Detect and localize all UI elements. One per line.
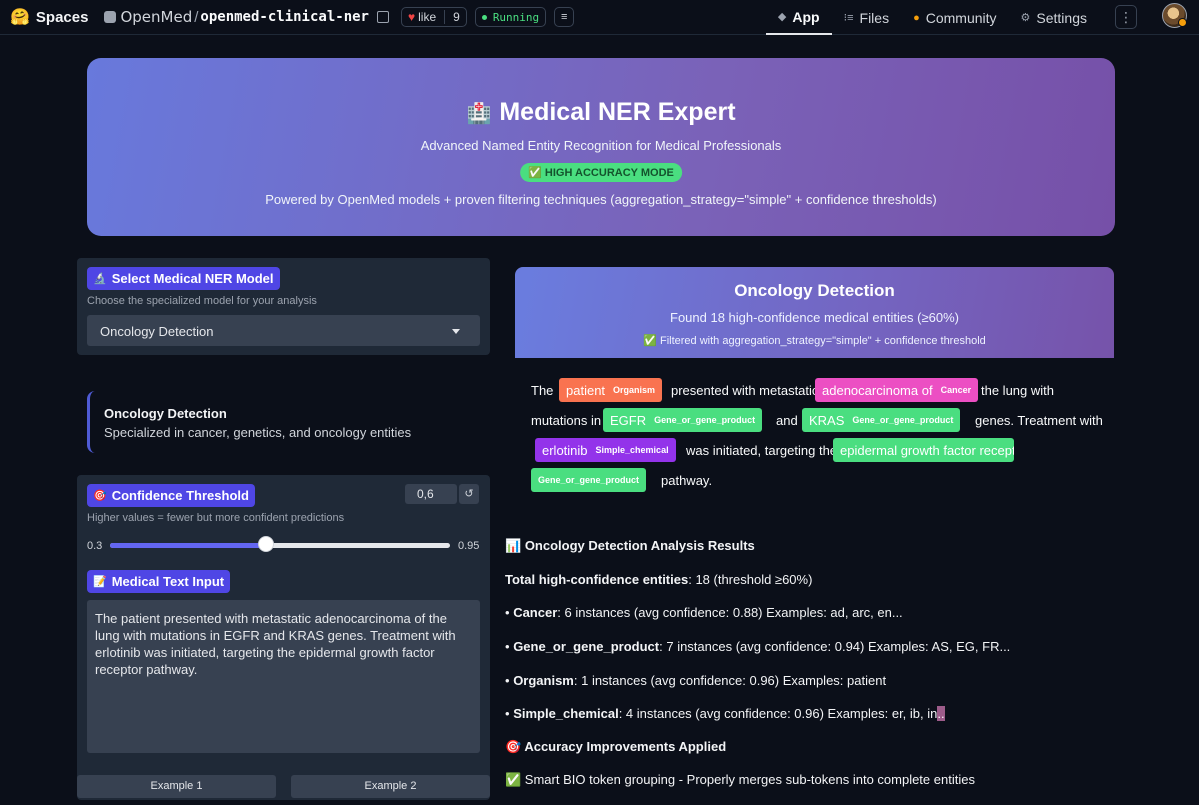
target-icon: 🎯 (93, 490, 107, 502)
status-dot-icon (481, 14, 487, 20)
improvement-item: ✅ Smart BIO token grouping - Properly me… (505, 772, 975, 787)
repo-breadcrumb: OpenMed / openmed-clinical-ner (104, 8, 389, 26)
threshold-hint: Higher values = fewer but more confident… (87, 512, 345, 524)
result-chemical: • Simple_chemical: 4 instances (avg conf… (505, 706, 945, 721)
example-2-button[interactable]: Example 2 (291, 775, 490, 798)
entity-count-text: Found 18 high-confidence medical entitie… (670, 310, 959, 325)
status-text: Running (492, 10, 540, 24)
total-entities: Total high-confidence entities: 18 (thre… (505, 572, 813, 587)
model-info-title: Oncology Detection (104, 406, 227, 421)
text-token: presented with metastatic (671, 383, 819, 398)
model-select-panel: 🔬 Select Medical NER Model Choose the sp… (77, 258, 490, 355)
repo-name-link[interactable]: openmed-clinical-ner (200, 9, 369, 25)
entity-gene-label: Gene_or_gene_product (531, 468, 647, 492)
logs-button[interactable]: ≡ (554, 7, 575, 27)
spaces-label: Spaces (35, 8, 89, 26)
text-token: genes. Treatment with (975, 413, 1103, 428)
space-nav: ◆ App ⁝≡ Files ● Community ⚙ Settings (765, 0, 1099, 35)
tab-app[interactable]: ◆ App (765, 0, 832, 35)
improvements-heading: 🎯 Accuracy Improvements Applied (505, 739, 727, 754)
output-title: Oncology Detection (734, 281, 895, 300)
gear-icon: ⚙ (1020, 12, 1031, 24)
kebab-icon: ⋮ (1119, 8, 1133, 25)
text-token: was initiated, targeting the (686, 443, 838, 458)
like-label: like (418, 10, 437, 24)
model-info-description: Specialized in cancer, genetics, and onc… (104, 425, 412, 440)
page-title: 🏥 Medical NER Expert (466, 98, 736, 126)
hero-banner: 🏥 Medical NER Expert Advanced Named Entit… (87, 58, 1115, 236)
result-gene: • Gene_or_gene_product: 7 instances (avg… (505, 639, 1011, 654)
slider-fill (110, 543, 267, 548)
files-icon: ⁝≡ (843, 12, 854, 24)
text-selection: .. (937, 706, 945, 721)
chevron-down-icon (452, 329, 460, 334)
notification-badge (1178, 18, 1187, 27)
memo-icon: 📝 (93, 576, 107, 588)
reset-icon: ↺ (464, 488, 474, 500)
entity-gene[interactable]: epidermal growth factor receptor (833, 438, 1014, 462)
accuracy-badge: ✅ HIGH ACCURACY MODE (520, 163, 682, 182)
copy-icon[interactable] (376, 11, 389, 23)
entity-gene[interactable]: KRAS Gene_or_gene_product (802, 408, 961, 432)
medical-text-input[interactable]: The patient presented with metastatic ad… (87, 600, 480, 753)
cube-icon: ◆ (777, 11, 787, 23)
slider-min-label: 0.3 (87, 540, 103, 552)
model-dropdown[interactable]: Oncology Detection (87, 315, 480, 346)
text-input-label: 📝 Medical Text Input (87, 570, 231, 593)
like-button[interactable]: ♥ like 9 (400, 7, 467, 27)
threshold-label: 🎯 Confidence Threshold (87, 484, 255, 507)
tab-files[interactable]: ⁝≡ Files (832, 0, 901, 35)
entity-organism[interactable]: patient Organism (559, 378, 663, 402)
like-count: 9 (444, 10, 460, 24)
example-1-button[interactable]: Example 1 (77, 775, 276, 798)
text-token: the lung with (981, 383, 1054, 398)
result-organism: • Organism: 1 instances (avg confidence:… (505, 673, 887, 688)
threshold-slider[interactable] (110, 543, 450, 548)
more-options-button[interactable]: ⋮ (1115, 5, 1137, 29)
repo-owner-link[interactable]: OpenMed (120, 8, 192, 26)
threshold-number-input[interactable]: 0,6 (405, 484, 457, 504)
filter-note: ✅ Filtered with aggregation_strategy="si… (643, 335, 986, 347)
logs-icon: ≡ (560, 11, 568, 23)
status-badge[interactable]: Running (474, 7, 547, 27)
spaces-brand[interactable]: 🤗 Spaces (10, 7, 88, 27)
heart-icon: ♥ (407, 10, 416, 24)
result-cancer: • Cancer: 6 instances (avg confidence: 0… (505, 605, 903, 620)
text-token: and (776, 413, 798, 428)
text-token: pathway. (661, 473, 713, 488)
chart-icon: 📊 (505, 538, 522, 553)
entity-chemical[interactable]: erlotinib Simple_chemical (535, 438, 676, 462)
top-bar: 🤗 Spaces OpenMed / openmed-clinical-ner … (0, 0, 1199, 35)
output-header: Oncology Detection Found 18 high-confide… (515, 267, 1114, 358)
reset-button[interactable]: ↺ (459, 484, 479, 504)
community-icon: ● (913, 11, 920, 24)
model-dropdown-value: Oncology Detection (100, 324, 214, 339)
slider-max-label: 0.95 (458, 540, 480, 552)
powered-by-text: Powered by OpenMed models + proven filte… (265, 192, 937, 207)
text-token: mutations in (531, 413, 602, 428)
target-icon: 🎯 (505, 739, 522, 754)
hospital-icon: 🏥 (466, 103, 492, 125)
hero-subtitle: Advanced Named Entity Recognition for Me… (420, 138, 782, 153)
model-select-hint: Choose the specialized model for your an… (87, 295, 317, 307)
entity-gene[interactable]: EGFR Gene_or_gene_product (603, 408, 763, 432)
microscope-icon: 🔬 (93, 273, 107, 285)
org-avatar-icon (104, 11, 117, 23)
tab-settings[interactable]: ⚙ Settings (1009, 0, 1099, 35)
model-info-card: Oncology Detection Specialized in cancer… (87, 391, 490, 453)
text-token: The (531, 383, 554, 398)
model-select-label: 🔬 Select Medical NER Model (87, 267, 280, 290)
results-heading: 📊 Oncology Detection Analysis Results (505, 538, 755, 553)
hugging-face-logo-icon: 🤗 (10, 9, 30, 26)
entity-cancer[interactable]: adenocarcinoma of Cancer (815, 378, 979, 402)
tab-community[interactable]: ● Community (901, 0, 1008, 35)
